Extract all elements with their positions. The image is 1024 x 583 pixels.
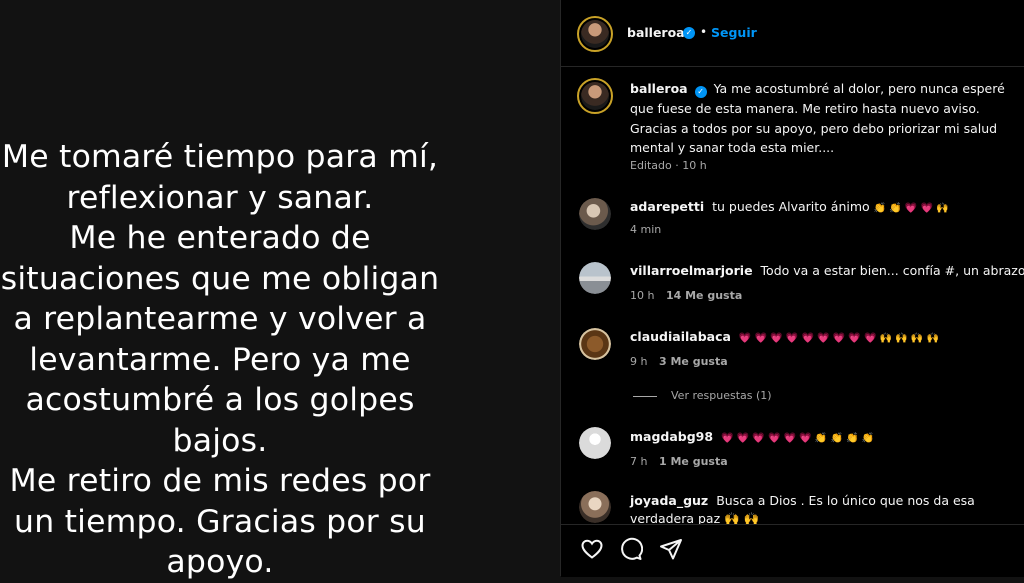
story-line: reflexionar y sanar. bbox=[66, 179, 374, 216]
comment: joyada_guz Busca a Dios . Es lo único qu… bbox=[630, 492, 975, 510]
story-line: situaciones que me obligan bbox=[0, 260, 440, 297]
comment-likes[interactable]: 1 Me gusta bbox=[659, 455, 728, 468]
separator: • bbox=[700, 25, 708, 39]
comment-text: tu puedes Alvarito ánimo bbox=[712, 199, 870, 214]
comment-icon[interactable] bbox=[619, 537, 643, 561]
comment-likes[interactable]: 14 Me gusta bbox=[666, 289, 742, 302]
story-line: Me retiro de mis redes por bbox=[9, 463, 431, 499]
view-replies-button[interactable]: Ver respuestas (1) bbox=[633, 389, 772, 402]
caption-username[interactable]: balleroa bbox=[630, 81, 688, 96]
comment-username[interactable]: magdabg98 bbox=[630, 429, 713, 444]
comment-text: Busca a Dios . Es lo único que nos da es… bbox=[716, 493, 975, 508]
story-line: acostumbré a los golpes bbox=[25, 382, 415, 418]
comment-meta: 4 min bbox=[630, 223, 661, 236]
story-line: a replantearme y volver a bbox=[13, 301, 427, 337]
comment-meta: 7 h 1 Me gusta bbox=[630, 455, 728, 468]
divider bbox=[633, 395, 657, 397]
comment-likes[interactable]: 3 Me gusta bbox=[659, 355, 728, 368]
post-side-panel: balleroa ✓ • Seguir balleroa ✓ Ya me aco… bbox=[560, 0, 1024, 577]
story-image: Me tomaré tiempo para mí, reflexionar y … bbox=[0, 0, 560, 580]
comment-avatar[interactable] bbox=[579, 328, 611, 360]
heart-icon[interactable] bbox=[580, 537, 604, 561]
comment-text: Todo va a estar bien... confía #, un abr… bbox=[760, 263, 1024, 278]
caption-edited: Editado · 10 h bbox=[630, 159, 707, 172]
comment: magdabg98 💗 💗 💗 💗 💗 💗 👏 👏 👏 👏 bbox=[630, 428, 874, 448]
caption: balleroa ✓ Ya me acostumbré al dolor, pe… bbox=[630, 79, 1006, 158]
header-username[interactable]: balleroa bbox=[627, 25, 685, 40]
verified-badge-icon: ✓ bbox=[683, 27, 695, 39]
comment-meta: 10 h 14 Me gusta bbox=[630, 289, 742, 302]
story-line: Me he enterado de bbox=[69, 220, 371, 256]
comment: claudiailabaca 💗 💗 💗 💗 💗 💗 💗 💗 💗 🙌 🙌 🙌 🙌 bbox=[630, 328, 939, 348]
comment-time: 10 h bbox=[630, 289, 655, 302]
verified-badge-icon: ✓ bbox=[694, 86, 707, 98]
comment-username[interactable]: joyada_guz bbox=[630, 493, 708, 508]
story-line: Me tomaré tiempo para mí, bbox=[1, 139, 439, 175]
comment-time: 4 min bbox=[630, 223, 662, 236]
comment-meta: 9 h 3 Me gusta bbox=[630, 355, 728, 368]
follow-button[interactable]: Seguir bbox=[711, 25, 757, 40]
story-line: apoyo. bbox=[166, 544, 274, 580]
post-header: balleroa ✓ • Seguir bbox=[561, 0, 1024, 67]
comment-avatar[interactable] bbox=[579, 262, 611, 294]
story-line: un tiempo. Gracias por su bbox=[14, 503, 426, 540]
comment-username[interactable]: villarroelmarjorie bbox=[630, 263, 753, 278]
comment-avatar[interactable] bbox=[579, 427, 611, 459]
share-icon[interactable] bbox=[659, 537, 683, 561]
comment-time: 9 h bbox=[630, 355, 648, 368]
comment-emojis: 💗 💗 💗 💗 💗 💗 👏 👏 👏 👏 bbox=[721, 433, 875, 444]
action-bar bbox=[561, 524, 1024, 577]
story-line: bajos. bbox=[172, 422, 268, 459]
caption-avatar[interactable] bbox=[577, 78, 613, 114]
comment-emojis: 👏 👏 💗 💗 🙌 bbox=[873, 203, 949, 214]
view-replies-label[interactable]: Ver respuestas (1) bbox=[671, 389, 772, 402]
comment-time: 7 h bbox=[630, 455, 648, 468]
avatar[interactable] bbox=[577, 16, 613, 52]
comment-avatar[interactable] bbox=[579, 198, 611, 230]
story-text: Me tomaré tiempo para mí, reflexionar y … bbox=[0, 137, 440, 583]
comment: adarepetti tu puedes Alvarito ánimo 👏 👏 … bbox=[630, 198, 949, 218]
comment-username[interactable]: adarepetti bbox=[630, 199, 704, 214]
comment: villarroelmarjorie Todo va a estar bien.… bbox=[630, 262, 1024, 282]
comment-emojis: 💗 💗 💗 💗 💗 💗 💗 💗 💗 🙌 🙌 🙌 🙌 bbox=[738, 333, 939, 344]
story-line: levantarme. Pero ya me bbox=[29, 341, 411, 378]
comment-username[interactable]: claudiailabaca bbox=[630, 329, 731, 344]
comment-avatar[interactable] bbox=[579, 491, 611, 523]
